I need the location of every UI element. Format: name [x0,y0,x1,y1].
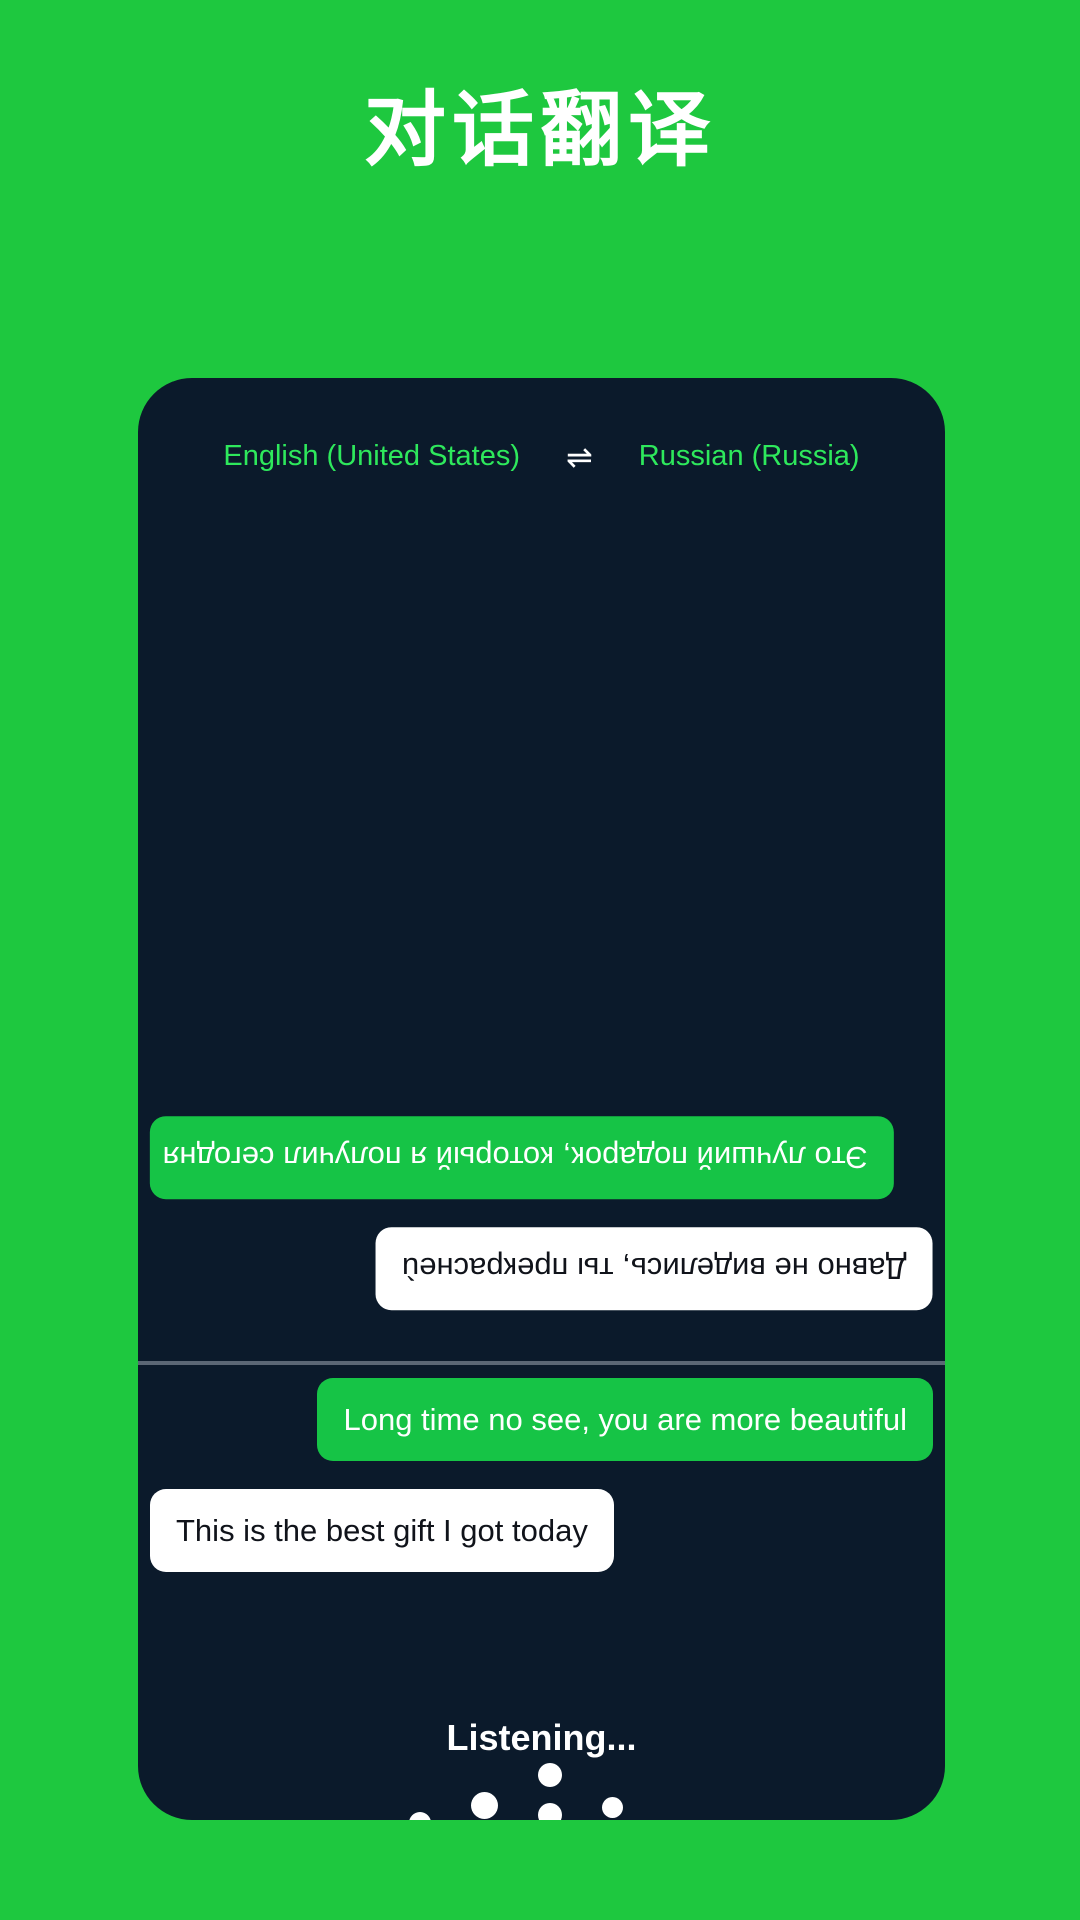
swap-languages-icon[interactable]: ⇌ [566,441,593,473]
target-language-selector[interactable]: Russian (Russia) [639,440,860,473]
audio-waveform [138,1763,945,1820]
waveform-dot [471,1791,498,1819]
phone-card: English (United States) ⇌ Russian (Russi… [138,378,945,1820]
message-row: Это лучший подарок, который я получил се… [150,1115,933,1199]
waveform-dot [538,1763,562,1787]
source-language-selector[interactable]: English (United States) [223,440,520,473]
waveform-column [409,1805,431,1820]
waveform-column [538,1755,562,1820]
waveform-dot [602,1797,623,1818]
conversation-divider [138,1361,945,1365]
message-row: Давно не виделись, ты прекраснеù [150,1226,933,1310]
page-title: 对话翻译 [363,83,716,178]
waveform-column [602,1790,623,1820]
waveform-dot [538,1803,562,1820]
translated-message-bubble[interactable]: Давно не виделись, ты прекраснеù [376,1226,933,1310]
translated-message-bubble[interactable]: Это лучший подарок, который я получил се… [150,1115,894,1199]
listening-status-label: Listening... [446,1717,637,1758]
original-message-list: Long time no see, you are more beautiful… [138,1378,945,1600]
message-row: This is the best gift I got today [150,1489,933,1573]
translated-message-list: Это лучший подарок, который я получил се… [138,498,945,1362]
message-row: Long time no see, you are more beautiful [150,1378,933,1462]
original-message-bubble[interactable]: This is the best gift I got today [150,1489,614,1573]
language-bar: English (United States) ⇌ Russian (Russi… [138,440,945,473]
waveform-dot [409,1812,431,1820]
waveform-column [471,1783,498,1821]
original-message-bubble[interactable]: Long time no see, you are more beautiful [317,1378,933,1462]
